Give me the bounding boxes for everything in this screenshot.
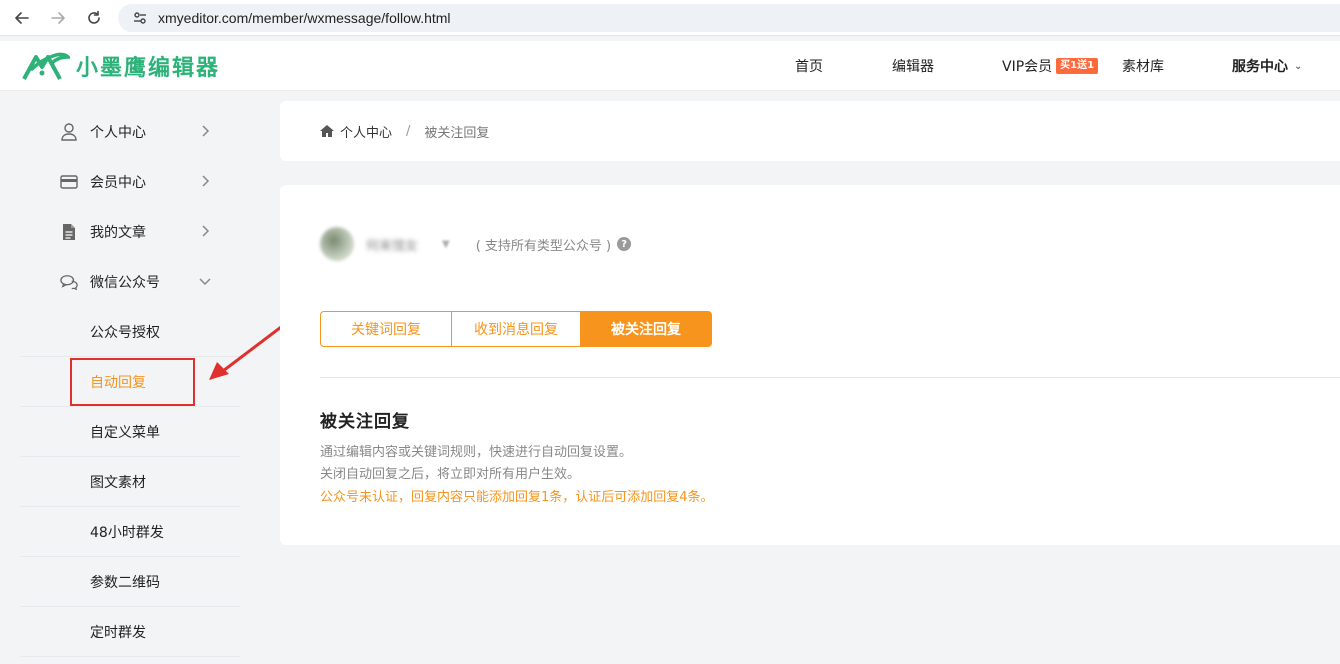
sidebar-item-wechat-account[interactable]: 微信公众号 xyxy=(20,257,240,307)
sidebar-subitem-auto-reply[interactable]: 自动回复 xyxy=(20,357,240,407)
nav-home-label: 首页 xyxy=(795,59,823,75)
logo-icon xyxy=(22,52,70,80)
breadcrumb-current: 被关注回复 xyxy=(424,125,490,141)
chevron-down-icon: ▼ xyxy=(442,238,450,250)
account-selector[interactable]: 何来馆女 ▼ ( 支持所有类型公众号 ) ? xyxy=(320,227,632,261)
sidebar-item-my-articles[interactable]: 我的文章 xyxy=(20,207,240,257)
divider xyxy=(320,377,1340,378)
sidebar-subitem-label: 自定义菜单 xyxy=(90,424,160,441)
description-line: 通过编辑内容或关键词规则，快速进行自动回复设置。 xyxy=(320,445,633,460)
forward-icon[interactable] xyxy=(48,8,68,28)
tab-follow-reply[interactable]: 被关注回复 xyxy=(581,311,712,347)
sidebar-subitem-label: 自动回复 xyxy=(90,374,146,391)
sidebar-item-member-center[interactable]: 会员中心 xyxy=(20,157,240,207)
chevron-right-icon xyxy=(202,225,210,237)
account-avatar xyxy=(320,227,354,261)
sidebar-subitem-scheduled-broadcast[interactable]: 定时群发 xyxy=(20,607,240,657)
sidebar-subitem-account-auth[interactable]: 公众号授权 xyxy=(20,307,240,357)
nav-editor[interactable]: 编辑器 xyxy=(892,41,934,91)
site-settings-icon[interactable] xyxy=(128,10,152,26)
nav-vip-label: VIP会员 xyxy=(1002,59,1053,75)
support-note: ( 支持所有类型公众号 ) xyxy=(475,238,612,254)
sidebar-item-label: 我的文章 xyxy=(90,225,146,241)
nav-editor-label: 编辑器 xyxy=(892,59,934,75)
chevron-right-icon xyxy=(202,125,210,137)
sidebar-item-label: 个人中心 xyxy=(90,125,146,141)
section-title: 被关注回复 xyxy=(320,412,410,432)
chat-icon xyxy=(60,273,78,291)
sidebar-item-label: 微信公众号 xyxy=(90,275,160,291)
reload-icon[interactable] xyxy=(84,8,104,28)
chevron-down-icon: ⌄ xyxy=(1294,60,1303,72)
sidebar-subitem-label: 定时群发 xyxy=(90,624,146,641)
home-icon xyxy=(320,125,334,137)
nav-service-dropdown[interactable]: 服务中心 ⌄ xyxy=(1232,41,1302,91)
sidebar-subitem-48h-broadcast[interactable]: 48小时群发 xyxy=(20,507,240,557)
nav-materials[interactable]: 素材库 xyxy=(1122,41,1164,91)
reply-tabs: 关键词回复 收到消息回复 被关注回复 xyxy=(320,311,712,347)
vip-promo-badge: 买1送1 xyxy=(1056,58,1099,74)
sidebar-subitem-label: 公众号授权 xyxy=(90,324,160,341)
sidebar-subitem-custom-menu[interactable]: 自定义菜单 xyxy=(20,407,240,457)
sidebar-subitem-label: 48小时群发 xyxy=(90,524,164,541)
url-text[interactable]: xmyeditor.com/member/wxmessage/follow.ht… xyxy=(158,10,451,26)
sidebar-item-personal-center[interactable]: 个人中心 xyxy=(20,107,240,157)
sidebar-subitem-media-materials[interactable]: 图文素材 xyxy=(20,457,240,507)
site-header: 小墨鹰编辑器 首页 编辑器 VIP会员 买1送1 素材库 服务中心 ⌄ xyxy=(0,41,1340,91)
tab-message-reply[interactable]: 收到消息回复 xyxy=(452,311,581,347)
breadcrumb: 个人中心 / 被关注回复 xyxy=(280,101,1340,161)
sidebar-item-label: 会员中心 xyxy=(90,175,146,191)
logo-text: 小墨鹰编辑器 xyxy=(76,56,221,81)
main-card: 何来馆女 ▼ ( 支持所有类型公众号 ) ? 关键词回复 收到消息回复 被关注回… xyxy=(280,185,1340,545)
sidebar-subitem-label: 参数二维码 xyxy=(90,574,160,591)
tab-keyword-reply[interactable]: 关键词回复 xyxy=(320,311,452,347)
breadcrumb-home[interactable]: 个人中心 xyxy=(320,122,392,141)
nav-home[interactable]: 首页 xyxy=(795,41,823,91)
document-icon xyxy=(60,223,78,241)
help-icon[interactable]: ? xyxy=(617,237,632,251)
account-name: 何来馆女 xyxy=(366,238,419,254)
user-icon xyxy=(60,123,78,141)
nav-materials-label: 素材库 xyxy=(1122,59,1164,75)
sidebar-subitem-label: 图文素材 xyxy=(90,474,146,491)
chevron-down-icon xyxy=(199,278,211,286)
tab-label: 被关注回复 xyxy=(611,322,681,338)
sidebar-subitem-param-qrcode[interactable]: 参数二维码 xyxy=(20,557,240,607)
tab-label: 关键词回复 xyxy=(351,322,421,338)
description-line: 关闭自动回复之后，将立即对所有用户生效。 xyxy=(320,467,581,482)
address-bar[interactable]: xmyeditor.com/member/wxmessage/follow.ht… xyxy=(118,4,1340,32)
tab-label: 收到消息回复 xyxy=(474,322,558,338)
breadcrumb-home-label: 个人中心 xyxy=(340,125,393,141)
logo[interactable]: 小墨鹰编辑器 xyxy=(22,50,220,82)
browser-toolbar: xmyeditor.com/member/wxmessage/follow.ht… xyxy=(0,0,1340,36)
breadcrumb-separator: / xyxy=(406,123,411,139)
nav-vip[interactable]: VIP会员 买1送1 xyxy=(1002,41,1099,91)
warning-note: 公众号未认证，回复内容只能添加回复1条，认证后可添加回复4条。 xyxy=(320,490,714,505)
chevron-right-icon xyxy=(202,175,210,187)
nav-service-label: 服务中心 xyxy=(1232,59,1288,75)
card-icon xyxy=(60,173,78,191)
back-icon[interactable] xyxy=(12,8,32,28)
